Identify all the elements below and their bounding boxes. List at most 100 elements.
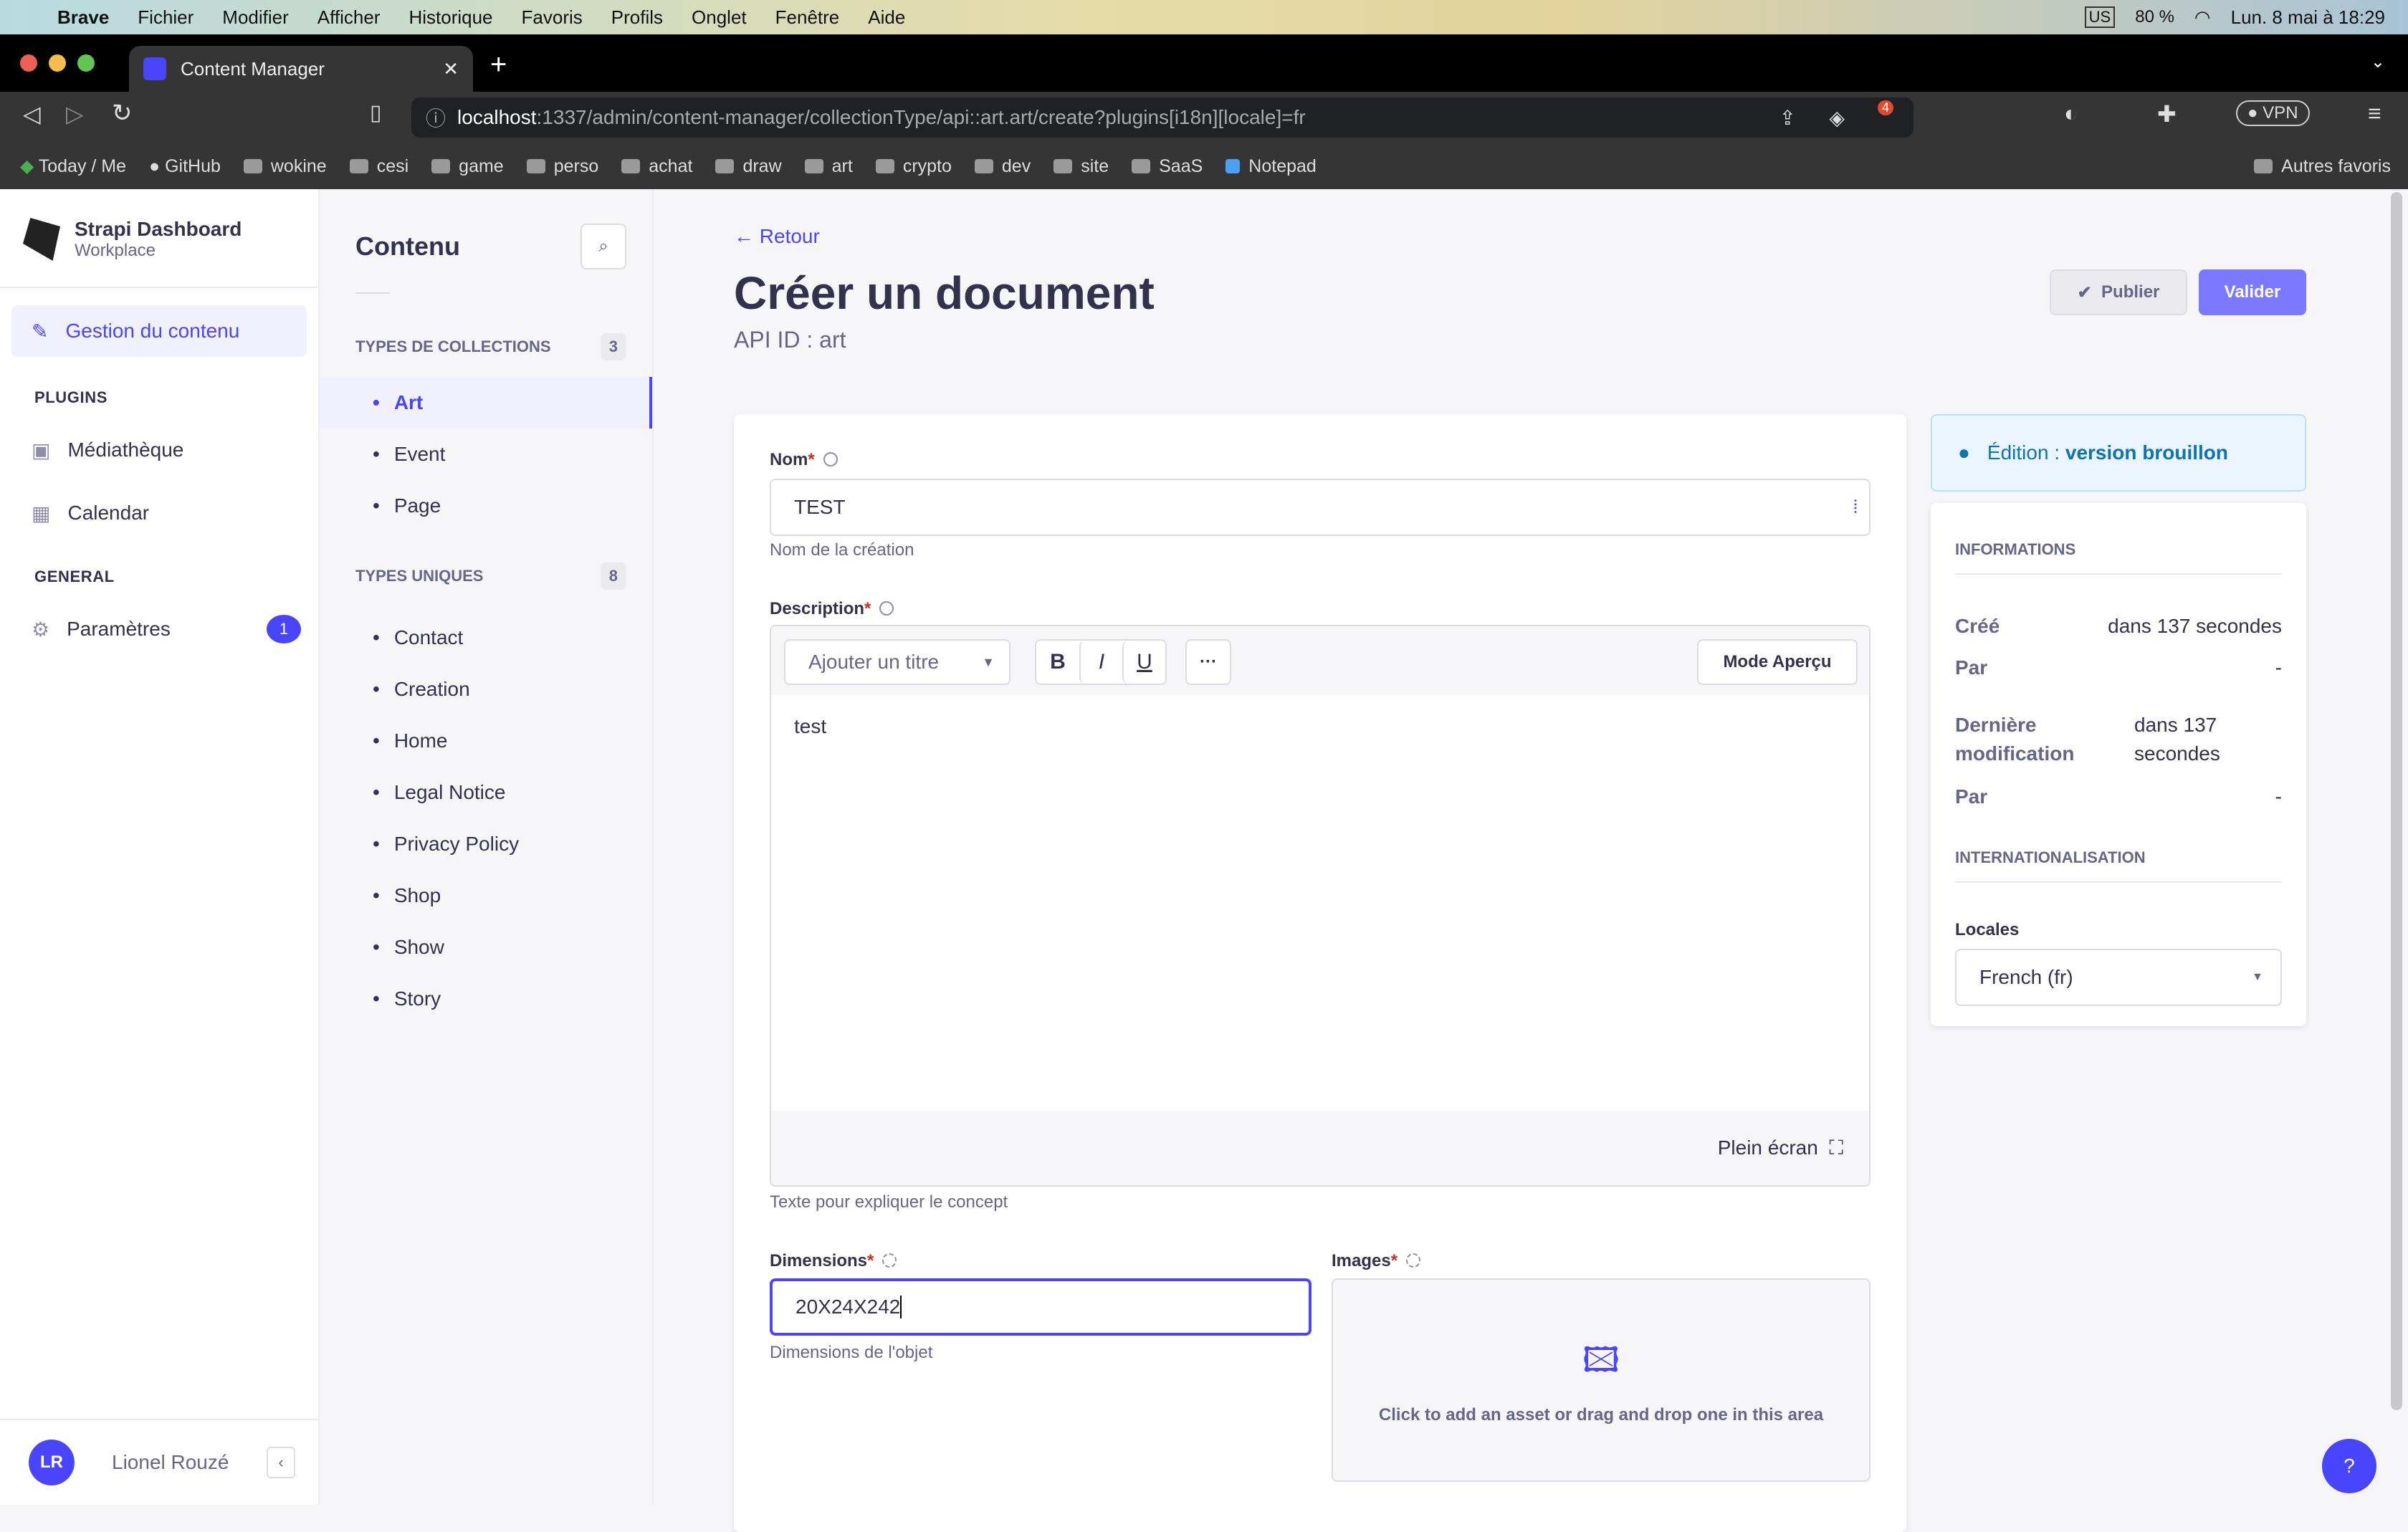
search-button[interactable]: ⌕: [580, 224, 626, 269]
heading-select[interactable]: Ajouter un titre ▼: [784, 639, 1010, 685]
single-type-item[interactable]: Home: [320, 715, 652, 767]
browser-menu-icon[interactable]: ≡: [2368, 100, 2381, 127]
single-type-item[interactable]: Creation: [320, 664, 652, 715]
address-bar[interactable]: ⓘ localhost:1337/admin/content-manager/c…: [411, 97, 1914, 138]
description-label: Description*: [770, 599, 894, 619]
nav-section-heading: GENERAL: [34, 568, 115, 585]
bookmark-folder[interactable]: art: [804, 156, 853, 177]
single-type-item[interactable]: Story: [320, 973, 652, 1025]
bookmark-folder[interactable]: cesi: [349, 156, 408, 177]
single-type-item[interactable]: Shop: [320, 870, 652, 921]
edit-icon: ✎: [32, 320, 49, 343]
single-type-item[interactable]: Show: [320, 921, 652, 973]
tab-list-chevron-icon[interactable]: ⌄: [2371, 52, 2385, 72]
bookmark-folder[interactable]: crypto: [875, 156, 952, 177]
menu-item[interactable]: Afficher: [317, 6, 381, 29]
close-window-button[interactable]: [20, 54, 37, 72]
menu-item[interactable]: Historique: [408, 6, 492, 29]
bookmark[interactable]: ◆ Today / Me: [20, 155, 126, 177]
wifi-icon[interactable]: ◠: [2194, 6, 2211, 29]
bookmark-folder[interactable]: wokine: [243, 156, 327, 177]
collection-event[interactable]: Event: [320, 429, 652, 480]
user-profile[interactable]: LR Lionel Rouzé ‹: [0, 1419, 318, 1505]
other-bookmarks-folder[interactable]: Autres favoris: [2254, 156, 2391, 177]
forward-icon[interactable]: ▷: [66, 100, 84, 128]
info-heading: INFORMATIONS: [1955, 540, 2282, 575]
italic-button[interactable]: I: [1079, 641, 1122, 684]
single-type-item[interactable]: Legal Notice: [320, 767, 652, 818]
minimize-window-button[interactable]: [49, 54, 66, 72]
brave-rewards-badge[interactable]: 4: [1877, 100, 1893, 115]
keyboard-layout[interactable]: US: [2084, 6, 2116, 28]
close-tab-icon[interactable]: ✕: [443, 58, 459, 80]
bookmark[interactable]: ● GitHub: [149, 156, 221, 177]
browser-tab[interactable]: Content Manager ✕: [129, 46, 473, 92]
menu-item[interactable]: Fichier: [138, 6, 194, 29]
nav-content-manager[interactable]: ✎ Gestion du contenu: [11, 305, 307, 357]
bookmark-folder[interactable]: achat: [621, 156, 692, 177]
bookmark-folder[interactable]: game: [431, 156, 504, 177]
new-tab-icon[interactable]: +: [490, 49, 507, 81]
image-dropzone[interactable]: 🖾 Click to add an asset or drag and drop…: [1332, 1278, 1870, 1482]
description-textarea[interactable]: test: [771, 695, 1869, 1111]
bold-button[interactable]: B: [1036, 641, 1079, 684]
collection-page[interactable]: Page: [320, 480, 652, 532]
password-manager-icon[interactable]: ⦙: [1853, 496, 1858, 519]
locale-select[interactable]: French (fr) ▼: [1955, 949, 2282, 1006]
images-label: Images*: [1332, 1251, 1421, 1271]
user-name: Lionel Rouzé: [112, 1451, 229, 1473]
extension-icon[interactable]: ◐: [2064, 100, 2078, 127]
menu-item[interactable]: Modifier: [222, 6, 288, 29]
extensions-puzzle-icon[interactable]: ✚: [2157, 100, 2177, 128]
fullscreen-button[interactable]: Plein écran ⛶: [771, 1111, 1869, 1185]
reload-icon[interactable]: ↻: [112, 99, 133, 128]
nav-media-library[interactable]: ▣ Médiathèque: [11, 424, 307, 476]
draft-status-banner: ● Édition : version brouillon: [1931, 414, 2306, 492]
vpn-button[interactable]: ● VPN: [2236, 100, 2310, 126]
bookmark-folder[interactable]: draw: [715, 156, 782, 177]
scrollbar[interactable]: [2391, 192, 2402, 1410]
menu-item[interactable]: Profils: [611, 6, 663, 29]
share-icon[interactable]: ⇪: [1779, 106, 1796, 130]
bookmark-folder[interactable]: SaaS: [1132, 156, 1203, 177]
site-info-icon[interactable]: ⓘ: [426, 103, 446, 132]
back-icon[interactable]: ◁: [23, 100, 41, 128]
preview-mode-button[interactable]: Mode Aperçu: [1697, 639, 1858, 685]
menu-item[interactable]: Fenêtre: [775, 6, 840, 29]
maximize-window-button[interactable]: [77, 54, 95, 72]
menu-item[interactable]: Aide: [868, 6, 905, 29]
brave-shields-icon[interactable]: ◈: [1829, 106, 1845, 130]
nav-settings[interactable]: ⚙ Paramètres 1: [11, 603, 307, 655]
single-type-item[interactable]: Privacy Policy: [320, 818, 652, 870]
clock[interactable]: Lun. 8 mai à 18:29: [2231, 6, 2385, 29]
bookmark-icon[interactable]: ▯: [370, 100, 382, 125]
bookmark-folder[interactable]: site: [1054, 156, 1109, 177]
menu-item[interactable]: Onglet: [692, 6, 747, 29]
help-button[interactable]: ?: [2322, 1439, 2376, 1493]
publish-button[interactable]: ✔ Publier: [2050, 269, 2187, 315]
collection-art[interactable]: Art: [320, 377, 652, 429]
format-buttons: B I U: [1035, 639, 1167, 685]
single-type-item[interactable]: Contact: [320, 612, 652, 664]
save-button[interactable]: Valider: [2199, 269, 2306, 315]
bookmark-folder[interactable]: perso: [526, 156, 598, 177]
more-options-button[interactable]: ···: [1185, 639, 1231, 685]
nav-calendar[interactable]: ▦ Calendar: [11, 487, 307, 539]
underline-button[interactable]: U: [1122, 641, 1165, 684]
api-id: API ID : art: [734, 327, 846, 353]
name-input[interactable]: TEST ⦙: [770, 479, 1870, 536]
workspace-subtitle: Workplace: [75, 241, 156, 260]
image-icon: ▣: [32, 439, 51, 461]
globe-icon: [882, 1253, 897, 1268]
dimensions-input[interactable]: 20X24X242: [770, 1278, 1312, 1336]
bookmark[interactable]: Notepad: [1226, 156, 1317, 177]
collapse-nav-button[interactable]: ‹: [267, 1447, 295, 1478]
bookmark-folder[interactable]: dev: [974, 156, 1031, 177]
back-link[interactable]: ← Retour: [734, 225, 820, 248]
battery-percent[interactable]: 80 %: [2135, 7, 2174, 27]
singles-count: 8: [600, 562, 626, 590]
menu-app[interactable]: Brave: [57, 6, 109, 29]
tab-bar: Content Manager ✕ + ⌄: [0, 34, 2408, 92]
menu-item[interactable]: Favoris: [522, 6, 583, 29]
bookmarks-bar: ◆ Today / Me ● GitHub wokine cesi game p…: [0, 143, 2408, 189]
